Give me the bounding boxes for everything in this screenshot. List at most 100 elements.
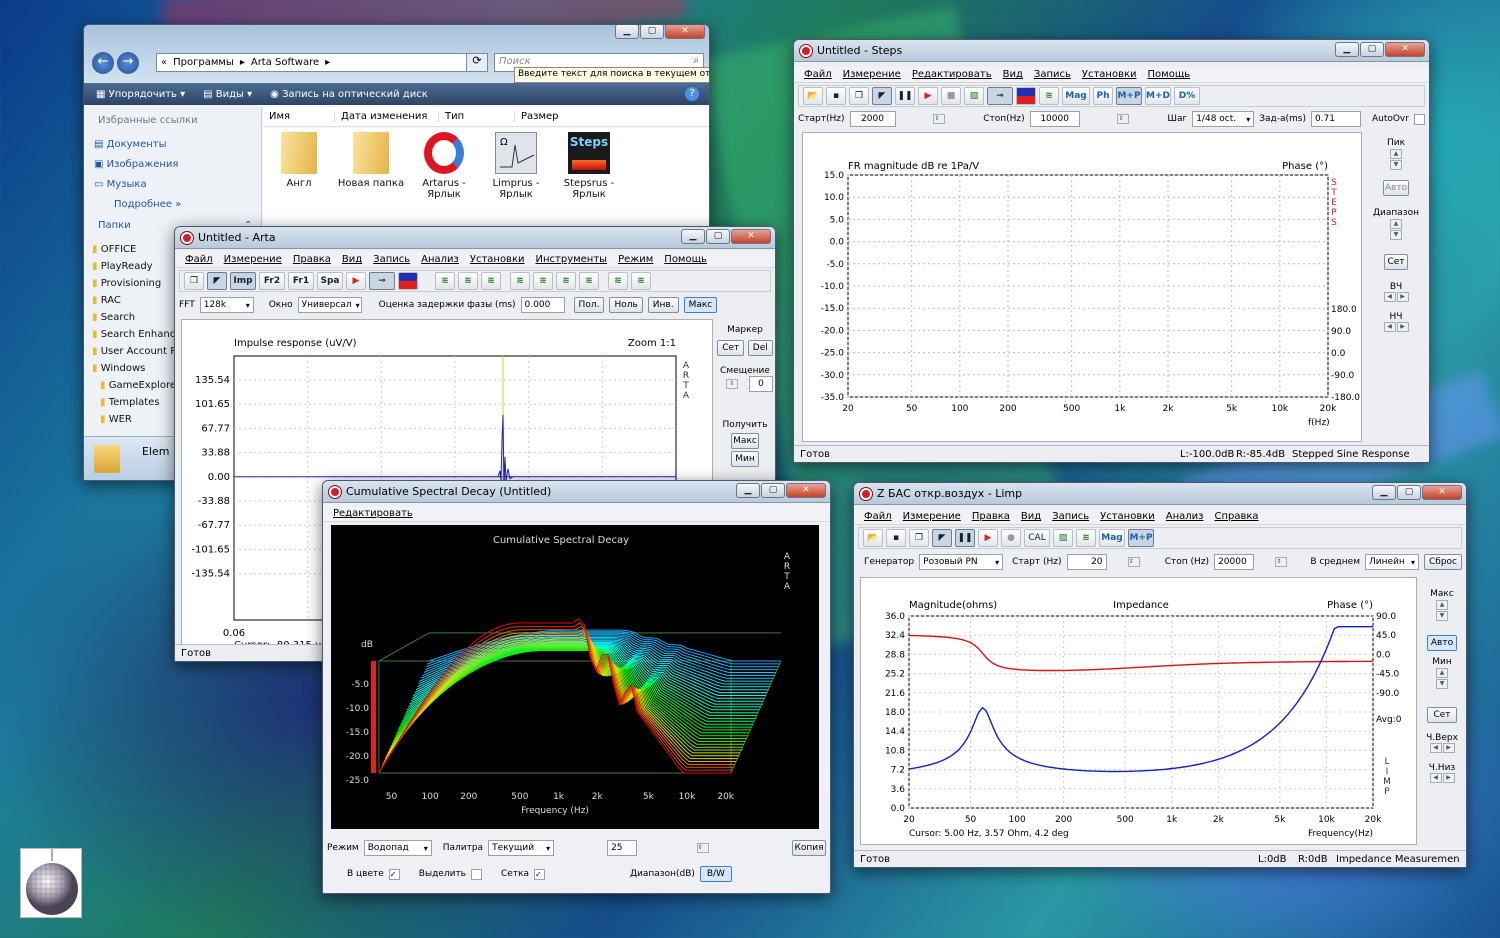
- impedance-plot[interactable]: Magnitude(ohms) Impedance Phase (°) L I M P 36.…: [860, 577, 1417, 845]
- graph-icon[interactable]: ▧: [964, 87, 984, 105]
- highlight-checkbox[interactable]: [471, 868, 482, 880]
- dist-percent-button[interactable]: D%: [1174, 87, 1200, 105]
- fav-pictures[interactable]: ▣ Изображения: [94, 155, 181, 175]
- meter-icon[interactable]: ≋: [1076, 529, 1096, 547]
- file-item-folder[interactable]: Новая папка: [336, 132, 406, 189]
- start-spinner[interactable]: ⇕: [1127, 557, 1140, 567]
- file-item-shortcut[interactable]: Ω Limprus - Ярлык: [481, 132, 551, 200]
- autoovr-checkbox[interactable]: [1413, 113, 1425, 125]
- generator-icon[interactable]: ◤: [872, 87, 892, 105]
- folders-title[interactable]: Папки⌃: [98, 220, 252, 231]
- tree-item[interactable]: ▮ Search: [92, 309, 181, 326]
- menu-item[interactable]: Установки: [470, 254, 525, 265]
- menu-item[interactable]: Вид: [1021, 511, 1041, 522]
- col-date[interactable]: Дата изменения: [335, 111, 439, 122]
- maximize-button[interactable]: ▢: [761, 483, 785, 498]
- delay-input[interactable]: 0.71: [1310, 111, 1361, 127]
- mode-select[interactable]: Водопад: [363, 840, 432, 856]
- start-spinner[interactable]: ⇕: [933, 114, 946, 124]
- value-input[interactable]: 25: [607, 840, 638, 856]
- invert-button[interactable]: Инв.: [647, 297, 679, 313]
- menu-item[interactable]: Запись: [373, 254, 410, 265]
- copy-button[interactable]: Копия: [791, 840, 826, 856]
- menu-item[interactable]: Измерение: [903, 511, 961, 522]
- min-down[interactable]: ▼: [1436, 679, 1448, 689]
- lf-right[interactable]: ▶: [1396, 322, 1409, 332]
- tree-item[interactable]: ▮ Windows: [92, 360, 181, 377]
- auto-button[interactable]: Авто: [1427, 635, 1457, 651]
- analysis-icon[interactable]: ≋: [533, 272, 553, 290]
- menu-item[interactable]: Анализ: [421, 254, 459, 265]
- close-button[interactable]: ✕: [1422, 485, 1462, 500]
- offset-spinner[interactable]: ⇕: [725, 379, 738, 389]
- menu-item[interactable]: Вид: [342, 254, 362, 265]
- palette-select[interactable]: Текущий: [488, 840, 555, 856]
- peak-up[interactable]: ▲: [1390, 149, 1402, 159]
- address-bar[interactable]: « Программы ▸ Arta Software ▸: [156, 53, 486, 72]
- max-down[interactable]: ▼: [1436, 611, 1448, 621]
- fr-plot[interactable]: FR magnitude dB re 1Pa/V Phase (°) S T E P S 15…: [802, 132, 1362, 442]
- open-icon[interactable]: 📂: [803, 87, 823, 105]
- pause-icon[interactable]: ❚❚: [955, 529, 975, 547]
- minimize-button[interactable]: ▁: [615, 25, 639, 39]
- cal-button[interactable]: CAL: [1024, 529, 1050, 547]
- stop-input[interactable]: 10000: [1029, 111, 1080, 127]
- fft-select[interactable]: 128k: [199, 297, 254, 313]
- menu-item[interactable]: Редактировать: [912, 69, 992, 80]
- menu-item[interactable]: Инструменты: [536, 254, 608, 265]
- file-item-folder[interactable]: Англ: [264, 132, 334, 189]
- range-down[interactable]: ▼: [1390, 230, 1402, 240]
- max-button[interactable]: Макс: [683, 297, 718, 313]
- set-button[interactable]: Сет: [1384, 254, 1408, 270]
- menu-item[interactable]: Режим: [618, 254, 653, 265]
- color-checkbox[interactable]: ✓: [388, 868, 400, 880]
- burn-button[interactable]: ◉ Запись на оптический диск: [270, 89, 428, 100]
- min-up[interactable]: ▲: [1436, 668, 1448, 678]
- col-type[interactable]: Тип: [439, 111, 515, 122]
- menu-item[interactable]: Измерение: [224, 254, 282, 265]
- record-icon[interactable]: ▶: [918, 87, 938, 105]
- start-input[interactable]: 2000: [849, 111, 896, 127]
- maximize-button[interactable]: ▢: [1397, 485, 1421, 500]
- upper-left[interactable]: ◀: [1429, 743, 1442, 753]
- file-item-shortcut[interactable]: Steps Stepsrus - Ярлык: [554, 132, 624, 200]
- menu-item[interactable]: Файл: [864, 511, 892, 522]
- flag-icon[interactable]: [1016, 87, 1036, 105]
- menu-item[interactable]: Файл: [185, 254, 213, 265]
- upper-right[interactable]: ▶: [1442, 743, 1455, 753]
- menu-item[interactable]: Установки: [1082, 69, 1137, 80]
- close-button[interactable]: ✕: [731, 229, 771, 244]
- hf-left[interactable]: ◀: [1383, 292, 1396, 302]
- menu-item[interactable]: Установки: [1100, 511, 1155, 522]
- menu-item[interactable]: Вид: [1003, 69, 1023, 80]
- disco-ball-icon[interactable]: [20, 848, 82, 918]
- generator-icon[interactable]: ◤: [932, 529, 952, 547]
- peak-down[interactable]: ▼: [1390, 160, 1402, 170]
- file-item-shortcut[interactable]: Artarus - Ярлык: [409, 132, 479, 200]
- record-icon[interactable]: ▶: [978, 529, 998, 547]
- analysis-icon[interactable]: ≋: [481, 272, 501, 290]
- step-select[interactable]: 1/48 oct.: [1192, 111, 1255, 127]
- stop-spinner[interactable]: ⇕: [1117, 114, 1130, 124]
- menu-item[interactable]: Редактировать: [333, 508, 413, 519]
- tree-item[interactable]: ▮ WER: [92, 411, 181, 428]
- menu-item[interactable]: Помощь: [664, 254, 707, 265]
- col-name[interactable]: Имя: [263, 111, 335, 122]
- stop-icon[interactable]: ■: [941, 87, 961, 105]
- minimize-button[interactable]: ▁: [1335, 42, 1359, 57]
- copy-icon[interactable]: ❐: [909, 529, 929, 547]
- back-button[interactable]: ←: [92, 52, 114, 74]
- maximize-button[interactable]: ▢: [706, 229, 730, 244]
- open-icon[interactable]: 📂: [863, 529, 883, 547]
- fav-music[interactable]: ▭ Музыка: [94, 175, 181, 195]
- zero-button[interactable]: Ноль: [609, 297, 643, 313]
- menu-item[interactable]: Правка: [972, 511, 1010, 522]
- menu-item[interactable]: Справка: [1215, 511, 1259, 522]
- reset-button[interactable]: Сброс: [1423, 554, 1462, 570]
- breadcrumb-arta[interactable]: Arta Software: [251, 57, 319, 68]
- flag-icon[interactable]: [398, 272, 418, 290]
- max-up[interactable]: ▲: [1436, 600, 1448, 610]
- menu-item[interactable]: Помощь: [1148, 69, 1191, 80]
- mag-dist-button[interactable]: M+D: [1145, 87, 1171, 105]
- analysis-icon[interactable]: ≋: [435, 272, 455, 290]
